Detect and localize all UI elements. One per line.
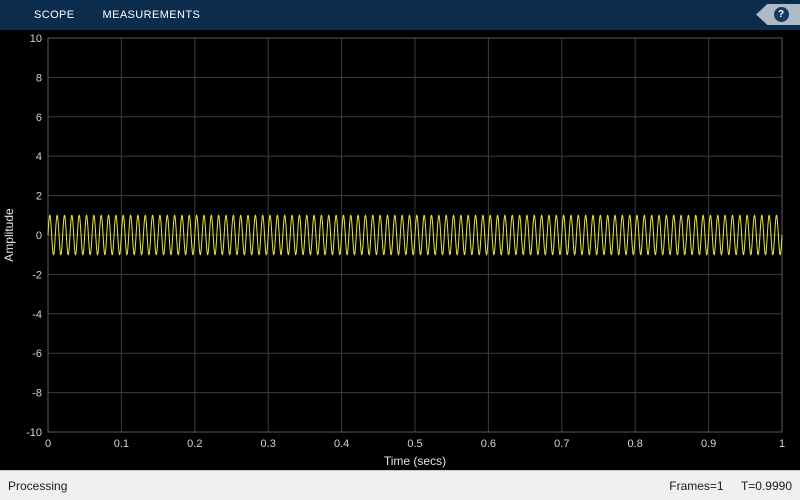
x-tick-label: 0.5 xyxy=(407,438,422,450)
x-axis-label: Time (secs) xyxy=(384,454,446,468)
help-button[interactable]: ? xyxy=(754,4,800,25)
status-frames: Frames=1 xyxy=(669,478,724,493)
y-tick-label: -2 xyxy=(32,269,42,281)
toolstrip: SCOPE MEASUREMENTS ? xyxy=(0,0,800,30)
y-tick-label: 0 xyxy=(36,230,42,242)
x-tick-label: 0.6 xyxy=(481,438,496,450)
scope-window: SCOPE MEASUREMENTS ? 0 0.1 0.2 0.3 0.4 0.5 0.6… xyxy=(0,0,800,500)
y-tick-label: -8 xyxy=(32,388,42,400)
y-tick-label: 2 xyxy=(36,191,42,203)
help-icon: ? xyxy=(773,7,789,22)
y-tick-label: 4 xyxy=(36,151,42,163)
x-tick-label: 0.1 xyxy=(114,438,129,450)
status-message: Processing xyxy=(8,478,68,493)
help-chevron-shape: ? xyxy=(756,4,800,25)
status-bar: Processing Frames=1 T=0.9990 xyxy=(0,470,800,500)
y-axis-label: Amplitude xyxy=(2,208,16,262)
x-tick-label: 0 xyxy=(45,438,51,450)
tab-measurements[interactable]: MEASUREMENTS xyxy=(89,0,215,30)
x-tick-label: 0.4 xyxy=(334,438,349,450)
y-tick-label: -6 xyxy=(32,348,42,360)
x-tick-label: 0.8 xyxy=(628,438,643,450)
y-tick-label: 10 xyxy=(30,33,42,45)
scope-plot-area: 0 0.1 0.2 0.3 0.4 0.5 0.6 0.7 0.8 0.9 1 -10 -8 -6 -4 -2… xyxy=(0,30,800,470)
x-tick-label: 0.7 xyxy=(554,438,569,450)
x-tick-label: 1 xyxy=(779,438,785,450)
x-tick-label: 0.9 xyxy=(701,438,716,450)
tab-scope[interactable]: SCOPE xyxy=(20,0,89,30)
y-tick-label: 8 xyxy=(36,72,42,84)
y-tick-label: -10 xyxy=(26,427,42,439)
y-tick-label: 6 xyxy=(36,112,42,124)
y-tick-label: -4 xyxy=(32,309,42,321)
status-time: T=0.9990 xyxy=(740,478,792,493)
scope-plot: 0 0.1 0.2 0.3 0.4 0.5 0.6 0.7 0.8 0.9 1 -10 -8 -6 -4 -2… xyxy=(0,30,800,470)
x-tick-label: 0.3 xyxy=(261,438,276,450)
x-tick-label: 0.2 xyxy=(187,438,202,450)
status-counters: Frames=1 T=0.9990 xyxy=(655,479,792,493)
